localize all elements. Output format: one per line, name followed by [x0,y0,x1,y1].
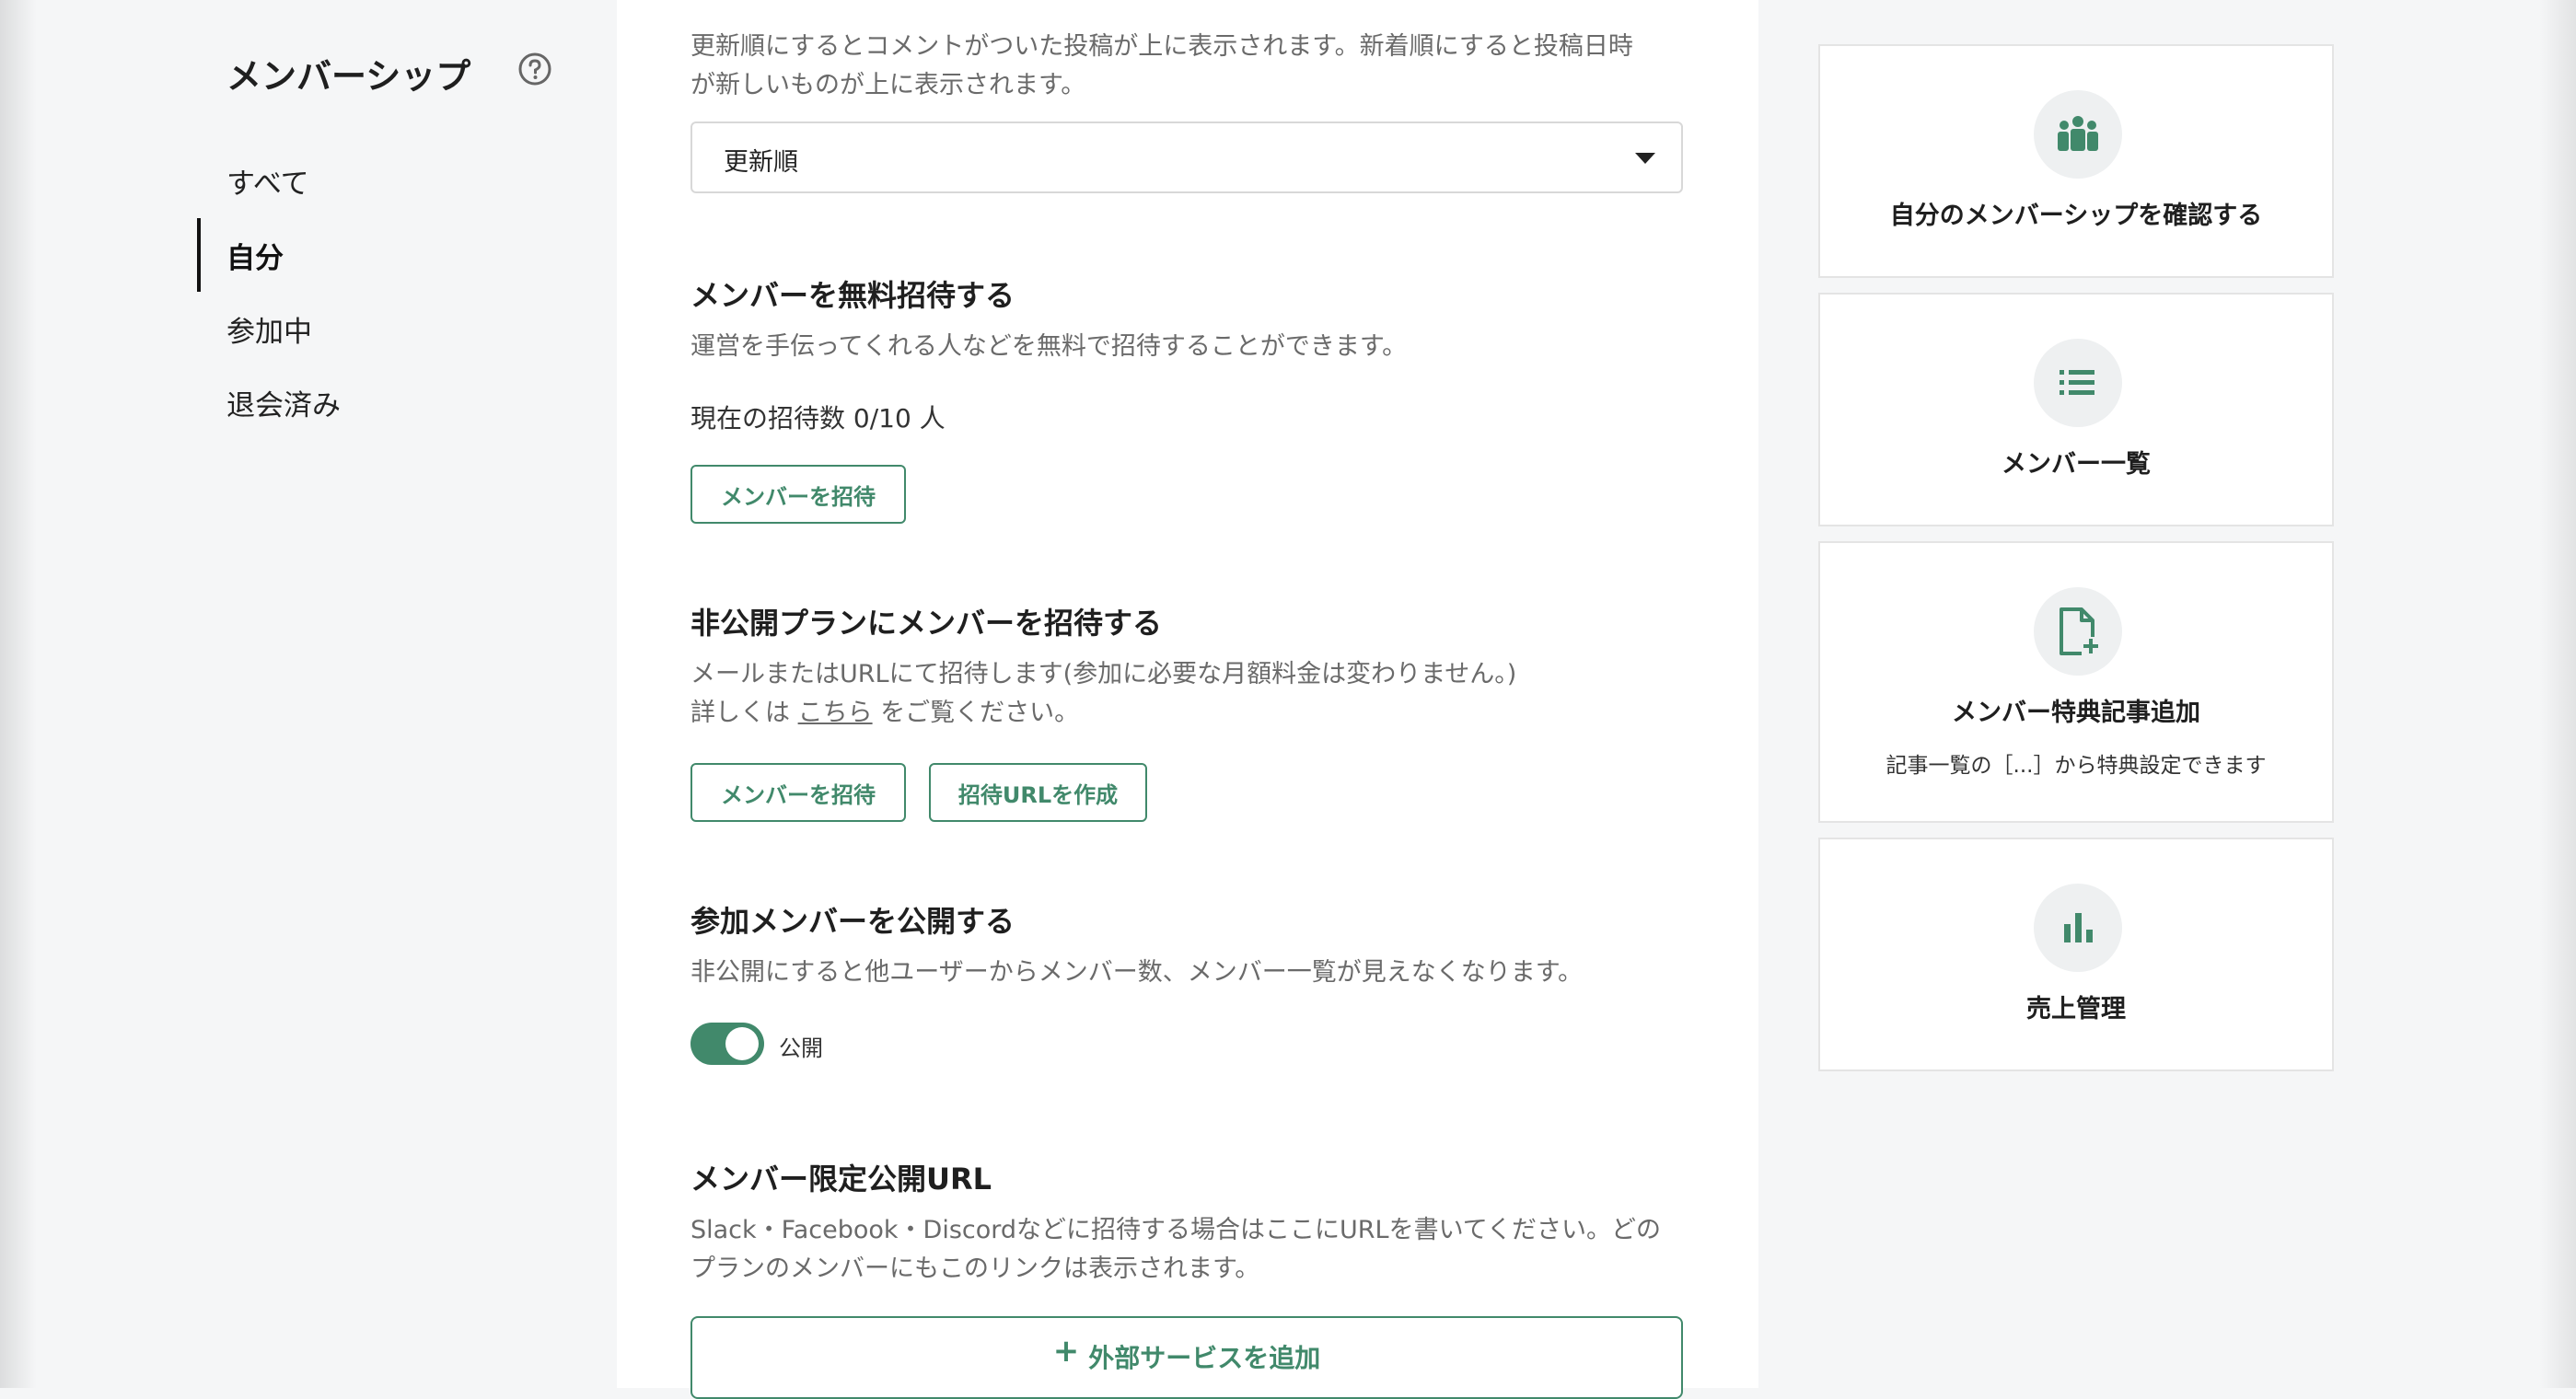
card-title: メンバー一覧 [2002,450,2151,479]
private-invite-button[interactable]: メンバーを招待 [690,763,906,822]
active-indicator [197,218,201,292]
member-url-desc-line2: プランのメンバーにもこのリンクは表示されます。 [690,1254,1260,1283]
chevron-down-icon [1635,153,1655,164]
public-members-heading: 参加メンバーを公開する [690,904,1015,939]
card-title: 売上管理 [2026,995,2126,1023]
board-order-desc-line1: 更新順にするとコメントがついた投稿が上に表示されます。新着順にすると投稿日時 [690,32,1633,61]
free-invite-heading: メンバーを無料招待する [690,278,1015,313]
list-icon [2034,339,2122,427]
sidebar-item-left[interactable]: 退会済み [226,382,341,423]
card-my-membership[interactable]: 自分のメンバーシップを確認する [1818,44,2334,278]
board-order-desc-line2: が新しいものが上に表示されます。 [690,71,1086,99]
question-circle-icon[interactable] [517,52,552,87]
sidebar-item-joined[interactable]: 参加中 [226,308,312,350]
member-url-desc-line1: Slack・Facebook・Discordなどに招待する場合はここにURLを書… [690,1216,1661,1244]
private-invite-heading: 非公開プランにメンバーを招待する [690,606,1163,641]
private-invite-desc-line1: メールまたはURLにて招待します(参加に必要な月額料金は変わりません。) [690,660,1517,688]
private-invite-desc-line2: 詳しくは こちら をご覧ください。 [690,699,1080,727]
window-edge-shadow-right [2539,0,2576,1388]
card-subtitle: 記事一覧の［...］から特典設定できます [1886,754,2267,778]
create-invite-url-button[interactable]: 招待URLを作成 [929,763,1147,822]
public-toggle-knob [725,1027,759,1060]
card-member-list[interactable]: メンバー一覧 [1818,293,2334,526]
sidebar-item-all[interactable]: すべて [226,160,309,202]
free-invite-desc: 運営を手伝ってくれる人などを無料で招待することができます。 [690,332,1408,361]
free-invite-button[interactable]: メンバーを招待 [690,465,906,524]
add-external-service-button[interactable]: + 外部サービスを追加 [690,1316,1683,1399]
member-url-heading: メンバー限定公開URL [690,1162,992,1197]
bar-chart-icon [2034,884,2122,972]
card-sales-management[interactable]: 売上管理 [1818,838,2334,1071]
board-order-select[interactable]: 更新順 [690,121,1683,193]
sidebar-item-mine[interactable]: 自分 [226,235,284,276]
card-title: メンバー特典記事追加 [1952,699,2200,727]
invite-count: 現在の招待数 0/10 人 [690,403,946,434]
card-title: 自分のメンバーシップを確認する [1889,202,2263,230]
card-add-benefit-article[interactable]: メンバー特典記事追加 記事一覧の［...］から特典設定できます [1818,541,2334,823]
public-toggle-label: 公開 [779,1035,823,1061]
plus-icon: + [1052,1333,1080,1370]
sidebar-title: メンバーシップ [226,56,471,97]
window-edge-shadow [0,0,37,1388]
main-content: 更新順にするとコメントがついた投稿が上に表示されます。新着順にすると投稿日時 が… [617,0,1758,1399]
details-link[interactable]: こちら [798,699,873,727]
public-members-desc: 非公開にすると他ユーザーからメンバー数、メンバー一覧が見えなくなります。 [690,958,1584,987]
board-order-select-value: 更新順 [724,148,798,177]
members-group-icon [2034,90,2122,179]
document-add-icon [2034,587,2122,676]
